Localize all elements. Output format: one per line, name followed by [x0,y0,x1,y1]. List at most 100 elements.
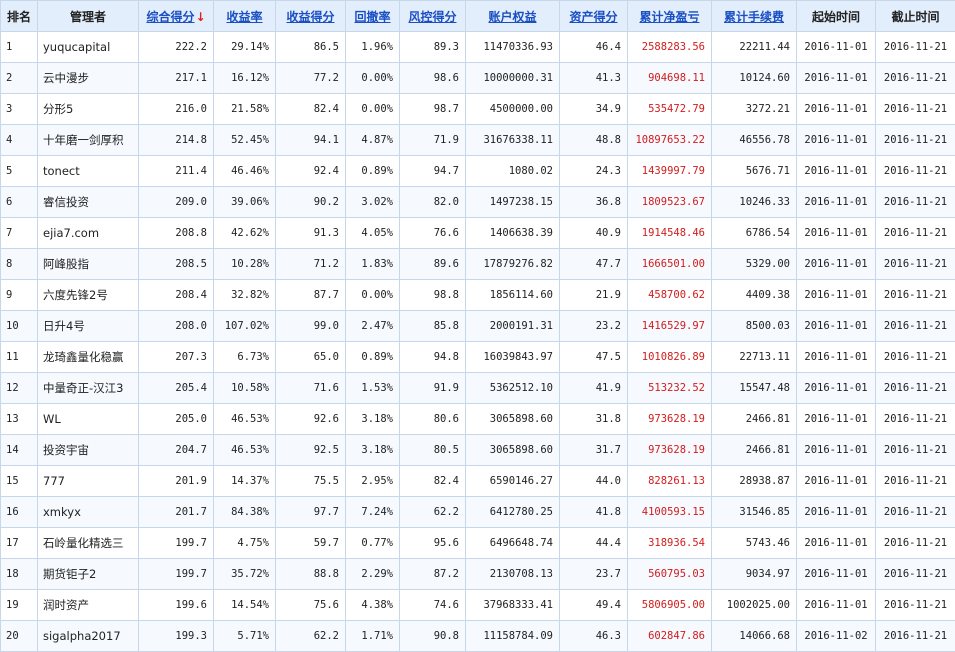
cell-return-score: 94.1 [276,125,346,156]
cell-drawdown: 2.95% [346,466,400,497]
cell-rank: 15 [1,466,38,497]
cell-cumulative-fee: 22713.11 [712,342,797,373]
cell-composite-score: 205.4 [139,373,214,404]
header-drawdown[interactable]: 回撤率 [346,1,400,32]
cell-cumulative-pnl: 5806905.00 [628,590,712,621]
cell-equity: 11158784.09 [466,621,560,652]
cell-drawdown: 3.02% [346,187,400,218]
cell-cumulative-fee: 14066.68 [712,621,797,652]
cell-rank: 2 [1,63,38,94]
cell-composite-score: 216.0 [139,94,214,125]
cell-return-rate: 52.45% [214,125,276,156]
cell-asset-score: 44.4 [560,528,628,559]
header-equity[interactable]: 账户权益 [466,1,560,32]
table-row: 9六度先锋2号208.432.82%87.70.00%98.81856114.6… [1,280,955,311]
cell-asset-score: 31.8 [560,404,628,435]
cell-drawdown: 0.00% [346,94,400,125]
table-row: 11龙琦鑫量化稳赢207.36.73%65.00.89%94.816039843… [1,342,955,373]
cell-equity: 1856114.60 [466,280,560,311]
cell-rank: 17 [1,528,38,559]
cell-return-score: 71.6 [276,373,346,404]
sort-down-arrow-icon: ↓ [195,10,205,24]
header-cumulative-pnl[interactable]: 累计净盈亏 [628,1,712,32]
cell-equity: 5362512.10 [466,373,560,404]
header-end-date: 截止时间 [876,1,955,32]
cell-composite-score: 199.7 [139,559,214,590]
cell-start-date: 2016-11-01 [797,559,876,590]
table-row: 6睿信投资209.039.06%90.23.02%82.01497238.153… [1,187,955,218]
cell-return-rate: 16.12% [214,63,276,94]
cell-start-date: 2016-11-01 [797,590,876,621]
header-asset-score[interactable]: 资产得分 [560,1,628,32]
cell-start-date: 2016-11-01 [797,187,876,218]
cell-manager: tonect [38,156,139,187]
cell-asset-score: 41.9 [560,373,628,404]
cell-composite-score: 199.6 [139,590,214,621]
cell-asset-score: 46.4 [560,32,628,63]
header-manager: 管理者 [38,1,139,32]
cell-drawdown: 7.24% [346,497,400,528]
cell-equity: 2130708.13 [466,559,560,590]
cell-asset-score: 36.8 [560,187,628,218]
table-row: 14投资宇宙204.746.53%92.53.18%80.53065898.60… [1,435,955,466]
cell-start-date: 2016-11-01 [797,404,876,435]
cell-cumulative-fee: 28938.87 [712,466,797,497]
cell-end-date: 2016-11-21 [876,466,955,497]
cell-end-date: 2016-11-21 [876,187,955,218]
cell-end-date: 2016-11-21 [876,280,955,311]
header-return-score[interactable]: 收益得分 [276,1,346,32]
cell-cumulative-fee: 15547.48 [712,373,797,404]
cell-end-date: 2016-11-21 [876,342,955,373]
cell-rank: 1 [1,32,38,63]
cell-asset-score: 40.9 [560,218,628,249]
cell-end-date: 2016-11-21 [876,497,955,528]
cell-cumulative-pnl: 1439997.79 [628,156,712,187]
cell-return-rate: 4.75% [214,528,276,559]
header-composite-score[interactable]: 综合得分↓ [139,1,214,32]
header-return-rate[interactable]: 收益率 [214,1,276,32]
cell-start-date: 2016-11-01 [797,280,876,311]
cell-asset-score: 49.4 [560,590,628,621]
cell-risk-score: 80.5 [400,435,466,466]
cell-cumulative-fee: 8500.03 [712,311,797,342]
cell-rank: 3 [1,94,38,125]
cell-cumulative-pnl: 10897653.22 [628,125,712,156]
table-body: 1yuqucapital222.229.14%86.51.96%89.31147… [1,32,955,652]
cell-equity: 1080.02 [466,156,560,187]
cell-return-rate: 107.02% [214,311,276,342]
cell-start-date: 2016-11-01 [797,497,876,528]
cell-return-score: 97.7 [276,497,346,528]
cell-end-date: 2016-11-21 [876,404,955,435]
cell-cumulative-fee: 9034.97 [712,559,797,590]
header-risk-score[interactable]: 风控得分 [400,1,466,32]
cell-cumulative-fee: 2466.81 [712,404,797,435]
cell-start-date: 2016-11-01 [797,466,876,497]
cell-end-date: 2016-11-21 [876,32,955,63]
cell-cumulative-fee: 10246.33 [712,187,797,218]
cell-return-rate: 14.37% [214,466,276,497]
cell-manager: 分形5 [38,94,139,125]
cell-equity: 1497238.15 [466,187,560,218]
cell-end-date: 2016-11-21 [876,435,955,466]
cell-composite-score: 209.0 [139,187,214,218]
cell-risk-score: 94.7 [400,156,466,187]
cell-risk-score: 98.8 [400,280,466,311]
cell-manager: WL [38,404,139,435]
cell-cumulative-fee: 1002025.00 [712,590,797,621]
cell-cumulative-pnl: 602847.86 [628,621,712,652]
cell-return-score: 91.3 [276,218,346,249]
cell-cumulative-pnl: 318936.54 [628,528,712,559]
cell-return-rate: 10.58% [214,373,276,404]
cell-return-rate: 29.14% [214,32,276,63]
cell-end-date: 2016-11-21 [876,311,955,342]
cell-equity: 31676338.11 [466,125,560,156]
cell-asset-score: 34.9 [560,94,628,125]
cell-return-score: 82.4 [276,94,346,125]
cell-end-date: 2016-11-21 [876,94,955,125]
cell-drawdown: 4.05% [346,218,400,249]
cell-end-date: 2016-11-21 [876,249,955,280]
cell-return-rate: 14.54% [214,590,276,621]
cell-risk-score: 87.2 [400,559,466,590]
header-cumulative-fee[interactable]: 累计手续费 [712,1,797,32]
cell-composite-score: 208.0 [139,311,214,342]
